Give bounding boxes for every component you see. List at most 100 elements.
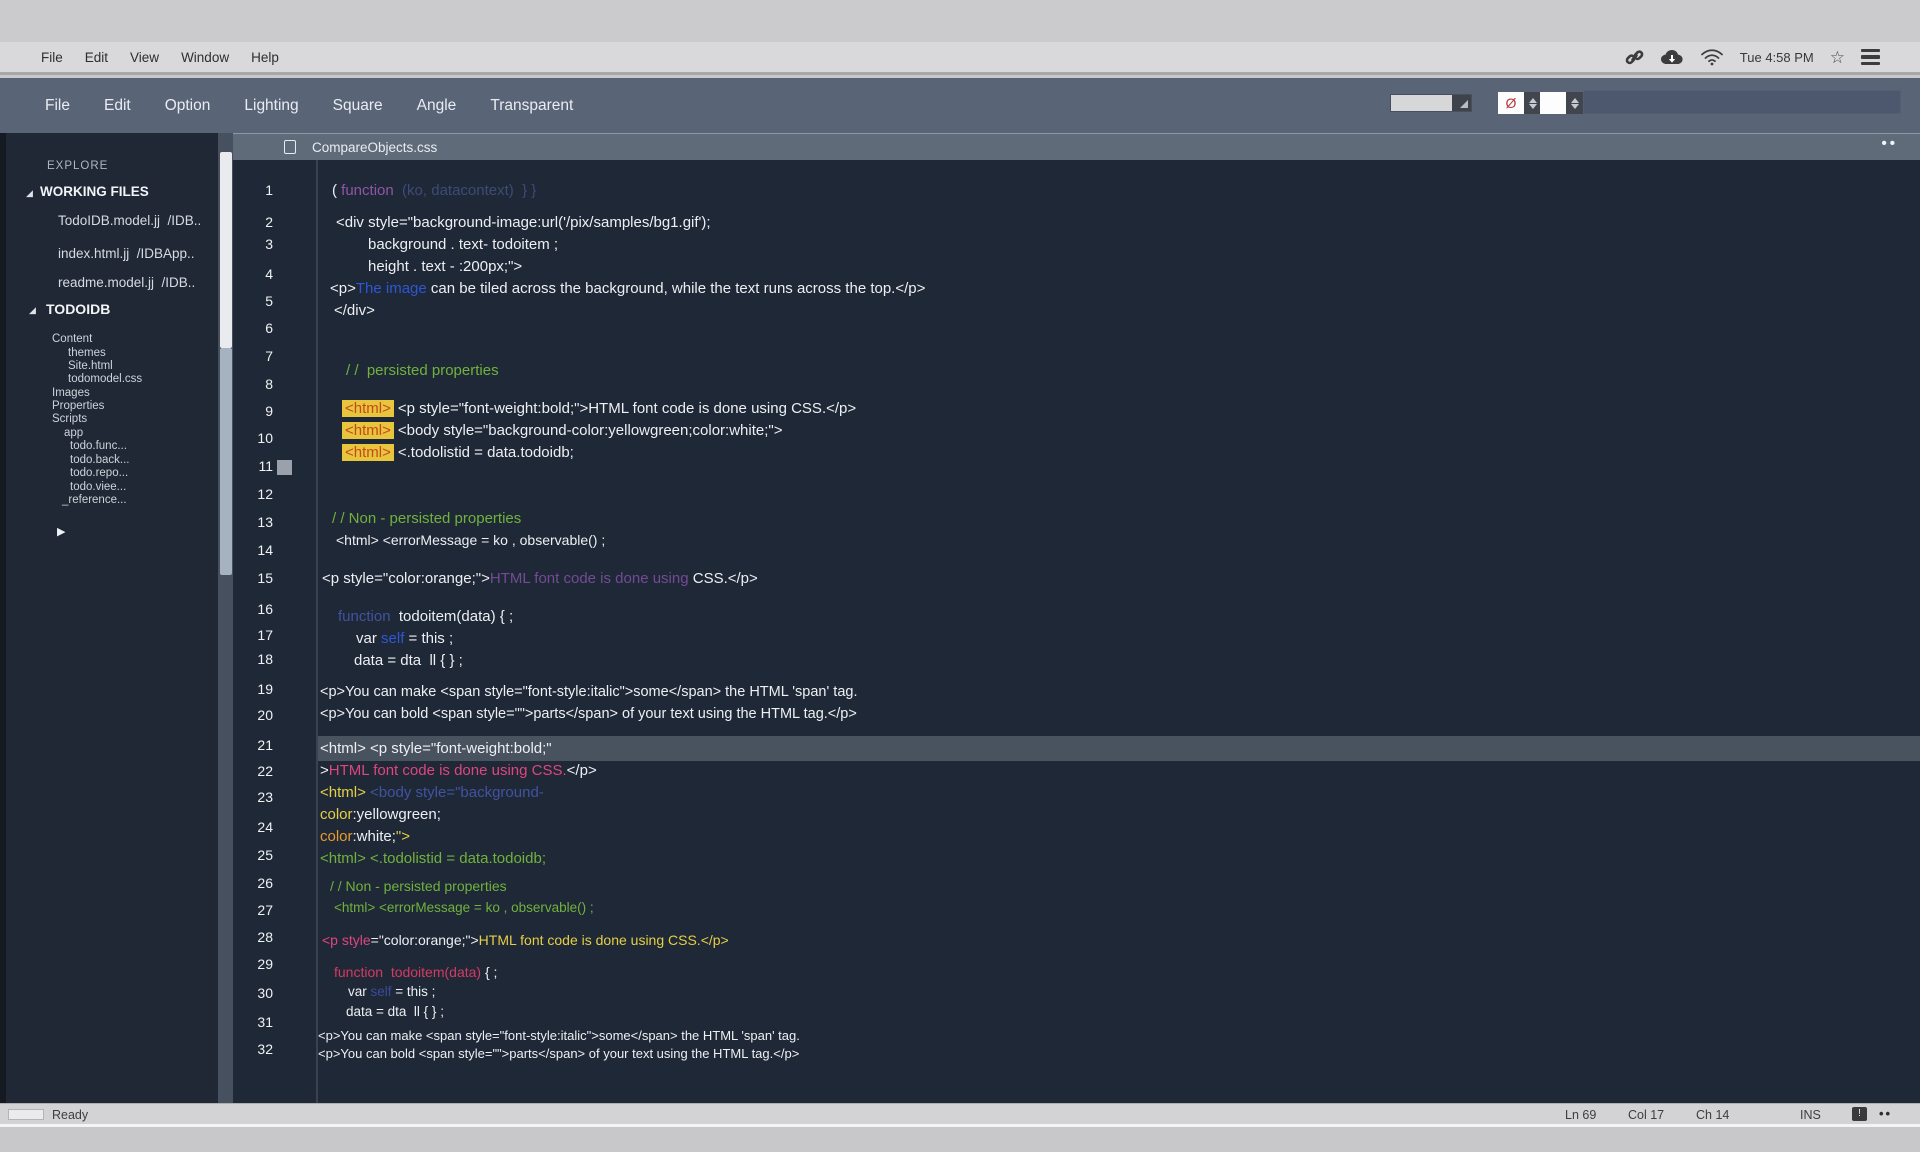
code-row[interactable]: data = dta ll { } ; — [354, 652, 463, 669]
breakpoint-marker[interactable] — [277, 460, 292, 475]
line-number-19: 19 — [233, 681, 273, 697]
code-row[interactable]: function todoitem(data) { ; — [338, 608, 513, 625]
spinner-arrows-icon[interactable] — [1524, 92, 1541, 114]
menu-icon[interactable] — [1861, 49, 1880, 66]
code-token: HTML font code is done using — [490, 570, 693, 587]
code-row[interactable]: color:yellowgreen; — [320, 806, 441, 823]
toolbar-item-lighting[interactable]: Lighting — [227, 97, 315, 115]
code-row[interactable]: height . text - :200px;"> — [368, 258, 522, 275]
toolbar-item-angle[interactable]: Angle — [400, 97, 474, 115]
code-row[interactable]: <html> <errorMessage = ko , observable()… — [336, 532, 605, 548]
code-token: self — [381, 630, 404, 647]
line-number-2: 2 — [233, 214, 273, 230]
status-column[interactable]: Col 17 — [1628, 1108, 1664, 1122]
code-row[interactable]: <html> <body style="background- — [320, 784, 544, 801]
code-editor[interactable]: 1234567891011121314151617181920212223242… — [233, 160, 1920, 1103]
tree-item-todo-func-[interactable]: todo.func... — [70, 440, 127, 452]
project-header[interactable]: TODOIDB — [46, 301, 110, 317]
tree-item-scripts[interactable]: Scripts — [52, 413, 87, 425]
app-toolbar: FileEditOptionLightingSquareAngleTranspa… — [0, 78, 1920, 133]
toolbar-dropdown[interactable] — [1390, 94, 1472, 112]
status-dots[interactable]: •• — [1879, 1106, 1892, 1121]
empty-spinner[interactable] — [1540, 92, 1583, 114]
code-row[interactable]: ( function (ko, datacontext) } } — [332, 182, 536, 199]
tree-item-todo-viee-[interactable]: todo.viee... — [70, 481, 126, 493]
code-row[interactable]: function todoitem(data) { ; — [334, 964, 497, 980]
code-row[interactable]: <p>You can bold <span style="">parts</sp… — [320, 706, 857, 722]
cloud-download-icon[interactable] — [1660, 48, 1684, 66]
code-row[interactable]: </div> — [334, 302, 375, 319]
code-row[interactable]: <div style="background-image:url('/pix/s… — [336, 214, 711, 231]
tree-item-properties[interactable]: Properties — [52, 400, 104, 412]
code-row[interactable]: / / persisted properties — [346, 362, 499, 379]
editor-scrollbar-thumb-lower[interactable] — [220, 348, 232, 575]
line-number-5: 5 — [233, 293, 273, 309]
link-icon[interactable] — [1625, 48, 1644, 67]
working-files-header[interactable]: WORKING FILES — [40, 184, 149, 199]
code-row[interactable]: background . text- todoitem ; — [368, 236, 558, 253]
toolbar-item-edit[interactable]: Edit — [87, 97, 148, 115]
menubar-item-view[interactable]: View — [119, 50, 170, 65]
toolbar-item-transparent[interactable]: Transparent — [473, 97, 590, 115]
collapsed-triangle-icon[interactable]: ▶ — [57, 525, 65, 538]
working-file-item[interactable]: readme.model.jj /IDB.. — [58, 275, 195, 290]
tree-item-todomodel-css[interactable]: todomodel.css — [68, 373, 142, 385]
code-row[interactable]: <html><body style="background-color:yell… — [342, 422, 782, 439]
menubar-item-help[interactable]: Help — [240, 50, 290, 65]
status-char[interactable]: Ch 14 — [1696, 1108, 1729, 1122]
null-spinner-value: Ø — [1498, 92, 1524, 114]
tree-item-images[interactable]: Images — [52, 387, 90, 399]
null-spinner[interactable]: Ø — [1498, 92, 1541, 114]
current-line-highlight — [316, 736, 1920, 761]
code-row[interactable]: color:white;"> — [320, 828, 410, 845]
wifi-icon[interactable] — [1700, 48, 1724, 66]
code-row-current[interactable]: <html> <p style="font-weight:bold;" — [320, 740, 552, 757]
spinner-arrows-icon[interactable] — [1566, 92, 1583, 114]
code-row[interactable]: <p style="color:orange;">HTML font code … — [322, 570, 758, 587]
code-token: HTML font code is done using CSS.</p> — [479, 932, 729, 948]
menubar-item-window[interactable]: Window — [170, 50, 240, 65]
code-row[interactable]: <html><.todolistid = data.todoidb; — [342, 444, 574, 461]
code-token: = this ; — [392, 984, 436, 999]
code-row[interactable]: <html> <errorMessage = ko , observable()… — [334, 900, 594, 915]
warning-icon[interactable]: ! — [1852, 1107, 1867, 1121]
working-file-item[interactable]: TodoIDB.model.jj /IDB.. — [58, 213, 201, 228]
tree-item-app[interactable]: app — [64, 427, 83, 439]
line-number-32: 32 — [233, 1041, 273, 1057]
status-line[interactable]: Ln 69 — [1565, 1108, 1596, 1122]
menubar-item-file[interactable]: File — [30, 50, 74, 65]
code-row[interactable]: var self = this ; — [348, 984, 435, 999]
code-row[interactable]: <p>The image can be tiled across the bac… — [330, 280, 925, 297]
code-row[interactable]: <html> <.todolistid = data.todoidb; — [320, 850, 546, 867]
tab-overflow-dots[interactable]: •• — [1881, 135, 1898, 152]
working-file-item[interactable]: index.html.jj /IDBApp.. — [58, 246, 195, 261]
code-row[interactable]: / / Non - persisted properties — [330, 878, 507, 894]
code-row[interactable]: var self = this ; — [356, 630, 453, 647]
dropdown-arrow-icon[interactable] — [1452, 95, 1471, 111]
code-row[interactable]: <p style="color:orange;">HTML font code … — [322, 932, 729, 948]
toolbar-item-option[interactable]: Option — [148, 97, 228, 115]
tree-item-site-html[interactable]: Site.html — [68, 360, 113, 372]
toolbar-search-field[interactable] — [1583, 90, 1901, 114]
star-icon[interactable]: ☆ — [1830, 49, 1845, 66]
code-row[interactable]: / / Non - persisted properties — [332, 510, 521, 527]
expand-triangle-icon[interactable]: ◢ — [26, 188, 33, 199]
expand-triangle-icon[interactable]: ◢ — [29, 305, 36, 316]
code-row[interactable]: >HTML font code is done using CSS.</p> — [320, 762, 597, 779]
code-row[interactable]: data = dta ll { } ; — [346, 1004, 444, 1019]
code-row[interactable]: <p>You can make <span style="font-style:… — [320, 684, 857, 700]
tab-compareobjects[interactable]: CompareObjects.css — [312, 140, 437, 155]
toolbar-item-square[interactable]: Square — [316, 97, 400, 115]
tree-item-content[interactable]: Content — [52, 333, 92, 345]
tree-item-todo-back-[interactable]: todo.back... — [70, 454, 129, 466]
tree-item-todo-repo-[interactable]: todo.repo... — [70, 467, 128, 479]
code-row[interactable]: <html><p style="font-weight:bold;">HTML … — [342, 400, 856, 417]
tree-item--reference-[interactable]: _reference... — [62, 494, 127, 506]
code-row[interactable]: <p>You can make <span style="font-style:… — [318, 1028, 800, 1043]
status-insert-mode[interactable]: INS — [1800, 1108, 1821, 1122]
toolbar-item-file[interactable]: File — [28, 97, 87, 115]
tree-item-themes[interactable]: themes — [68, 347, 106, 359]
menubar-item-edit[interactable]: Edit — [74, 50, 119, 65]
code-row[interactable]: <p>You can bold <span style="">parts</sp… — [318, 1046, 799, 1061]
editor-scrollbar-thumb[interactable] — [220, 152, 232, 348]
